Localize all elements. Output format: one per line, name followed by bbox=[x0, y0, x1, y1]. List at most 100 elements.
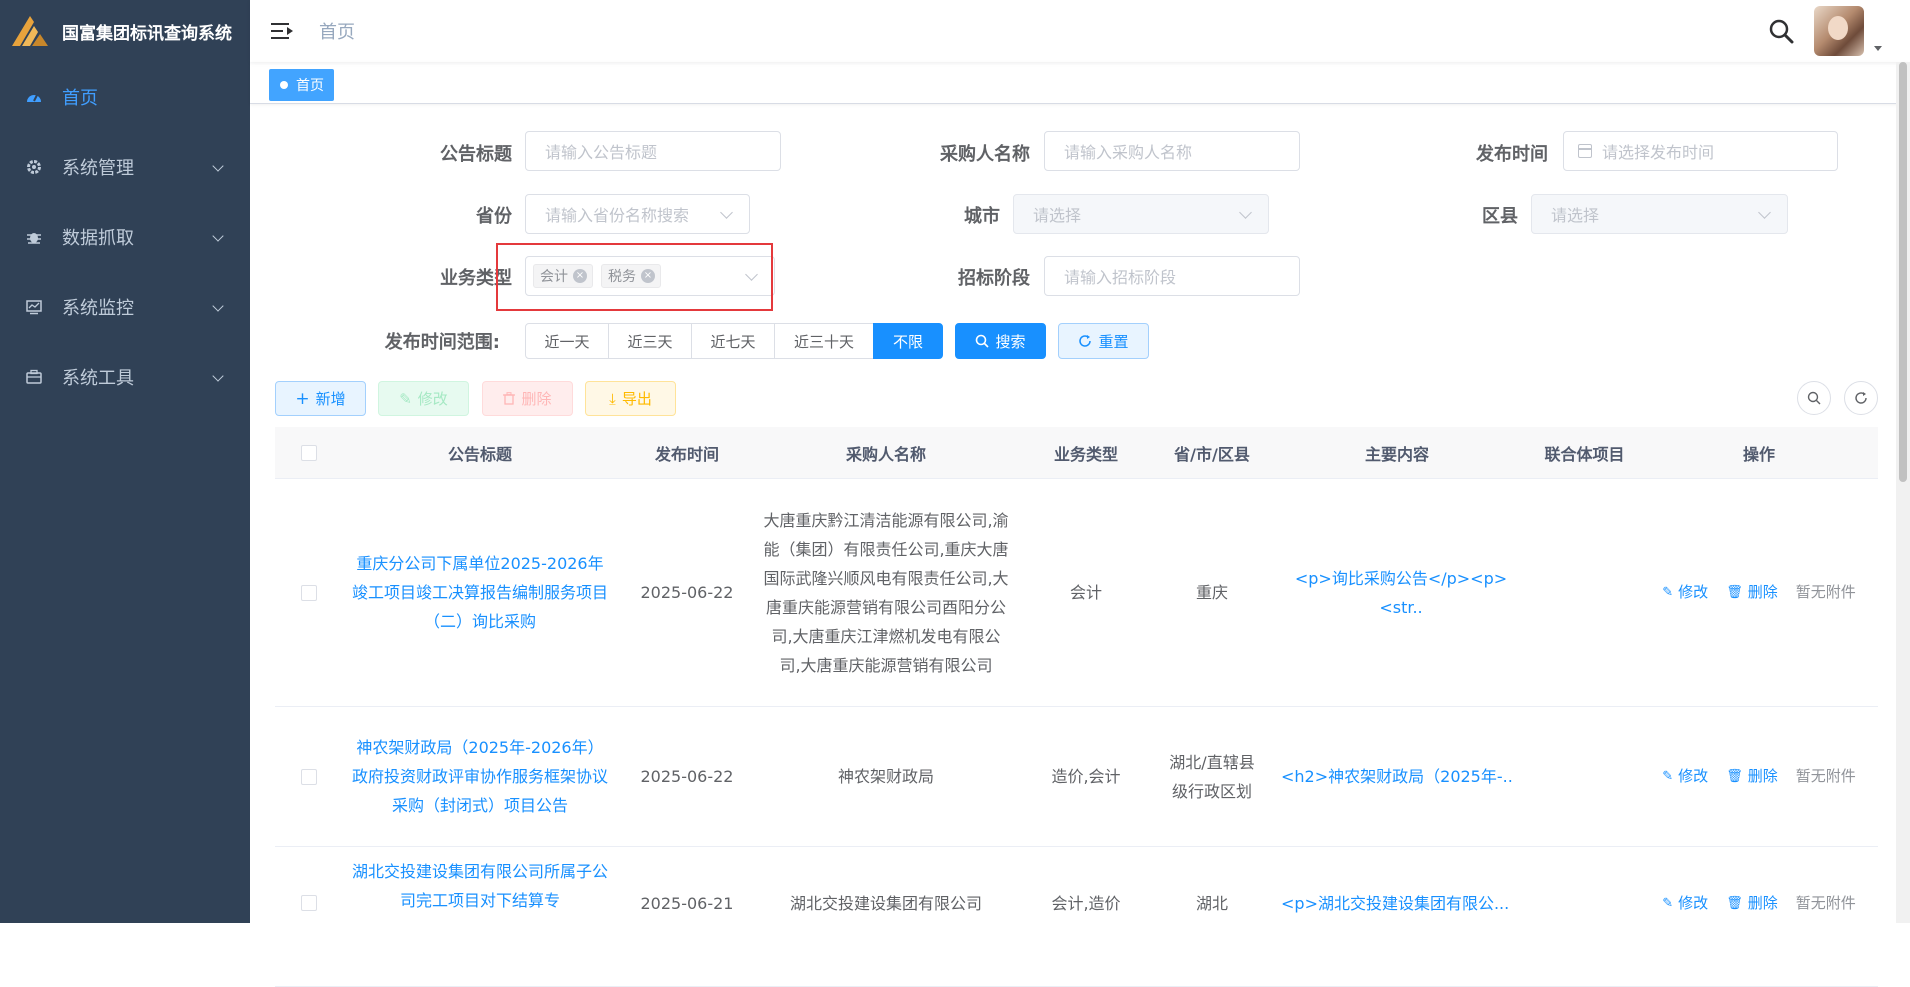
page-scrollbar[interactable] bbox=[1896, 62, 1910, 923]
notice-title-link[interactable]: 湖北交投建设集团有限公司所属子公司完工项目对下结算专 bbox=[343, 847, 617, 959]
sidebar-item-label: 数据抓取 bbox=[62, 228, 134, 249]
breadcrumb[interactable]: 首页 bbox=[319, 18, 355, 44]
city-label: 城市 bbox=[964, 206, 1000, 227]
edit-icon: ✎ bbox=[1662, 769, 1674, 784]
sidebar-item-system-tools[interactable]: 系统工具 bbox=[0, 342, 250, 412]
main-content-link[interactable]: <p>湖北交投建设集团有限公... bbox=[1267, 847, 1527, 959]
download-icon: ⤓ bbox=[609, 389, 616, 408]
trash-icon bbox=[503, 392, 516, 405]
consortium-project bbox=[1527, 479, 1642, 706]
main-content-link[interactable]: <h2>神农架财政局（2025年-.. bbox=[1267, 707, 1527, 846]
sidebar-item-data-crawl[interactable]: 数据抓取 bbox=[0, 202, 250, 272]
bid-stage-input[interactable]: 请输入招标阶段 bbox=[1044, 256, 1300, 296]
chevron-down-icon bbox=[1758, 206, 1771, 219]
chevron-down-icon bbox=[212, 230, 224, 242]
chevron-down-icon bbox=[1239, 206, 1252, 219]
tag-home[interactable]: 首页 bbox=[269, 69, 334, 101]
dot-icon bbox=[280, 81, 288, 89]
city-select[interactable]: 请选择 bbox=[1013, 194, 1269, 234]
main-content-link[interactable]: <p>询比采购公告</p><p><str.. bbox=[1267, 479, 1527, 706]
purchaser-label: 采购人名称 bbox=[940, 144, 1030, 165]
delete-button-label: 删除 bbox=[521, 390, 552, 408]
export-button-label: 导出 bbox=[621, 390, 652, 408]
table-header: 公告标题 发布时间 采购人名称 业务类型 省/市/区县 主要内容 联合体项目 操… bbox=[275, 427, 1878, 479]
avatar[interactable] bbox=[1814, 6, 1864, 56]
bug-icon bbox=[24, 227, 44, 247]
province-placeholder: 请输入省份名称搜索 bbox=[545, 206, 690, 225]
add-button[interactable]: + 新增 bbox=[275, 381, 366, 416]
sidebar-item-system-monitor[interactable]: 系统监控 bbox=[0, 272, 250, 342]
scrollbar-thumb[interactable] bbox=[1899, 62, 1907, 482]
publish-time-picker[interactable]: 请选择发布时间 bbox=[1563, 131, 1838, 171]
district-select[interactable]: 请选择 bbox=[1531, 194, 1788, 234]
reset-button[interactable]: 重置 bbox=[1058, 323, 1149, 359]
caret-down-icon[interactable] bbox=[1874, 45, 1882, 51]
time-range-unlimited[interactable]: 不限 bbox=[873, 323, 943, 359]
title-input[interactable]: 请输入公告标题 bbox=[525, 131, 781, 171]
time-range-1day[interactable]: 近一天 bbox=[525, 323, 609, 359]
purchaser-input[interactable]: 请输入采购人名称 bbox=[1044, 131, 1300, 171]
sidebar: 国富集团标讯查询系统 首页 系统管理 数据抓取 系统监控 系统工具 bbox=[0, 0, 250, 923]
row-edit-label: 修改 bbox=[1678, 767, 1709, 785]
business-type: 造价,会计 bbox=[1051, 767, 1121, 786]
monitor-icon bbox=[24, 297, 44, 317]
search-button[interactable]: 搜索 bbox=[955, 323, 1046, 359]
region: 重庆 bbox=[1195, 583, 1228, 602]
row-checkbox[interactable] bbox=[301, 584, 317, 601]
business-type: 会计 bbox=[1069, 583, 1102, 602]
reset-button-label: 重置 bbox=[1098, 332, 1129, 351]
row-delete-button[interactable]: 🗑 删除 bbox=[1726, 578, 1778, 607]
province-select[interactable]: 请输入省份名称搜索 bbox=[525, 194, 750, 234]
row-actions: ✎ 修改 🗑 删除 暂无附件 bbox=[1642, 707, 1876, 846]
notice-title-link[interactable]: 重庆分公司下属单位2025-2026年竣工项目竣工决算报告编制服务项目（二）询比… bbox=[343, 479, 617, 706]
time-range-30days[interactable]: 近三十天 bbox=[774, 323, 874, 359]
select-all-checkbox[interactable] bbox=[301, 444, 317, 461]
time-range-7days[interactable]: 近七天 bbox=[691, 323, 775, 359]
consortium-project bbox=[1527, 707, 1642, 846]
time-range-3days[interactable]: 近三天 bbox=[608, 323, 692, 359]
export-button[interactable]: ⤓ 导出 bbox=[585, 381, 676, 416]
table-row: 重庆分公司下属单位2025-2026年竣工项目竣工决算报告编制服务项目（二）询比… bbox=[275, 479, 1878, 707]
column-header: 省/市/区县 bbox=[1174, 444, 1250, 464]
chevron-down-icon bbox=[212, 370, 224, 382]
column-header: 联合体项目 bbox=[1544, 444, 1625, 464]
calendar-icon bbox=[1578, 144, 1592, 158]
row-edit-label: 修改 bbox=[1678, 583, 1709, 601]
district-placeholder: 请选择 bbox=[1551, 206, 1600, 225]
row-delete-button[interactable]: 🗑 删除 bbox=[1726, 889, 1778, 918]
row-checkbox[interactable] bbox=[301, 768, 317, 785]
edit-button-label: 修改 bbox=[417, 390, 448, 408]
trash-icon: 🗑 bbox=[1726, 585, 1743, 600]
row-edit-button[interactable]: ✎ 修改 bbox=[1662, 889, 1708, 918]
refresh-button[interactable] bbox=[1844, 381, 1878, 415]
purchaser-name: 湖北交投建设集团有限公司 bbox=[789, 893, 982, 913]
column-header: 主要内容 bbox=[1364, 444, 1429, 464]
column-header: 操作 bbox=[1742, 444, 1775, 464]
logo: 国富集团标讯查询系统 bbox=[0, 0, 250, 62]
purchaser-name: 神农架财政局 bbox=[837, 767, 934, 786]
row-edit-button[interactable]: ✎ 修改 bbox=[1662, 762, 1708, 791]
delete-button[interactable]: 删除 bbox=[482, 381, 573, 416]
sidebar-item-system-management[interactable]: 系统管理 bbox=[0, 132, 250, 202]
row-edit-button[interactable]: ✎ 修改 bbox=[1662, 578, 1708, 607]
publish-time-label: 发布时间 bbox=[1476, 144, 1548, 165]
search-icon[interactable] bbox=[1768, 18, 1794, 44]
edit-icon: ✎ bbox=[399, 389, 412, 408]
row-delete-label: 删除 bbox=[1747, 583, 1778, 601]
hamburger-icon[interactable] bbox=[271, 22, 293, 40]
notice-title-link[interactable]: 神农架财政局（2025年-2026年）政府投资财政评审协作服务框架协议采购（封闭… bbox=[343, 707, 617, 846]
row-delete-label: 删除 bbox=[1747, 767, 1778, 785]
sidebar-item-label: 系统监控 bbox=[62, 298, 134, 319]
navbar: 首页 bbox=[250, 0, 1910, 62]
plus-icon: + bbox=[295, 388, 310, 409]
toggle-search-button[interactable] bbox=[1797, 381, 1831, 415]
row-checkbox[interactable] bbox=[301, 895, 317, 911]
purchaser-name: 大唐重庆黔江清洁能源有限公司,渝能（集团）有限责任公司,重庆大唐国际武隆兴顺风电… bbox=[763, 510, 1009, 675]
sidebar-item-home[interactable]: 首页 bbox=[0, 62, 250, 132]
sidebar-item-label: 系统管理 bbox=[62, 158, 134, 179]
chevron-down-icon bbox=[212, 300, 224, 312]
edit-button[interactable]: ✎ 修改 bbox=[378, 381, 469, 416]
app-title: 国富集团标讯查询系统 bbox=[62, 23, 232, 44]
row-delete-button[interactable]: 🗑 删除 bbox=[1726, 762, 1778, 791]
row-actions: ✎ 修改 🗑 删除 暂无附件 bbox=[1642, 847, 1876, 959]
